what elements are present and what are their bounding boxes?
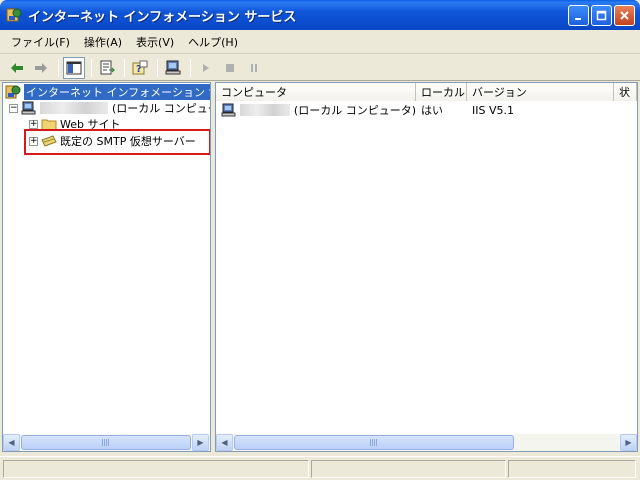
tree-root[interactable]: インターネット インフォメーション サービス (5, 84, 210, 100)
iis-root-icon (5, 85, 21, 99)
scroll-thumb[interactable] (21, 435, 191, 450)
menu-help[interactable]: ヘルプ(H) (181, 32, 245, 52)
iis-app-icon (6, 7, 22, 23)
close-button[interactable] (614, 5, 635, 26)
scroll-right-button[interactable]: ▶ (192, 434, 209, 451)
scroll-left-button[interactable]: ◀ (216, 434, 233, 451)
scroll-left-button[interactable]: ◀ (3, 434, 20, 451)
window-title: インターネット インフォメーション サービス (28, 9, 297, 25)
back-arrow-icon (11, 62, 23, 73)
connect-computer-button[interactable] (162, 57, 184, 79)
computer-icon (165, 60, 181, 74)
maximize-button[interactable] (591, 5, 612, 26)
scroll-right-button[interactable]: ▶ (620, 434, 637, 451)
show-hide-tree-button[interactable] (63, 56, 85, 79)
red-highlight-box (24, 129, 210, 155)
minimize-button[interactable] (568, 5, 589, 26)
scroll-thumb[interactable] (234, 435, 514, 450)
status-pane-3 (508, 460, 636, 478)
stop-button[interactable] (219, 57, 241, 79)
tree-horizontal-scrollbar[interactable]: ◀ ▶ (3, 434, 210, 451)
arrow-right-icon: ▶ (197, 438, 204, 447)
start-button[interactable] (195, 57, 217, 79)
cell-local: はい (421, 104, 443, 117)
forward-arrow-icon (35, 62, 47, 73)
menu-view[interactable]: 表示(V) (129, 32, 181, 52)
menu-action[interactable]: 操作(A) (77, 32, 129, 52)
play-icon (203, 63, 209, 72)
status-bar (0, 456, 640, 480)
status-pane-1 (3, 460, 309, 478)
stop-icon (226, 63, 234, 72)
title-bar[interactable]: インターネット インフォメーション サービス (0, 0, 640, 30)
export-list-button[interactable] (96, 57, 118, 79)
computer-icon (21, 101, 37, 115)
list-item[interactable]: (ローカル コンピュータ) はい IIS V5.1 (216, 102, 614, 118)
forward-button[interactable] (30, 57, 52, 79)
expand-toggle[interactable]: + (29, 119, 38, 129)
pause-icon (251, 63, 257, 72)
collapse-toggle[interactable]: − (9, 103, 18, 113)
help-icon: ? (132, 60, 148, 75)
close-icon (620, 11, 629, 20)
column-header-status[interactable]: 状 (614, 83, 637, 101)
list-horizontal-scrollbar[interactable]: ◀ ▶ (216, 434, 637, 451)
show-hide-tree-icon (66, 61, 82, 74)
computer-name-redacted (40, 102, 108, 114)
menu-file[interactable]: ファイル(F) (4, 32, 77, 52)
computer-name-redacted (240, 104, 290, 116)
minimize-icon (575, 18, 581, 20)
arrow-right-icon: ▶ (625, 438, 632, 447)
column-header-local[interactable]: ローカル (416, 83, 467, 101)
back-button[interactable] (6, 57, 28, 79)
export-list-icon (100, 60, 115, 74)
cell-computer: (ローカル コンピュータ) (216, 102, 416, 118)
arrow-left-icon: ◀ (8, 438, 15, 447)
row-computer-label: (ローカル コンピュータ) (293, 104, 416, 117)
help-button[interactable]: ? (129, 57, 151, 79)
tree-root-label: インターネット インフォメーション サービス (24, 84, 210, 100)
column-header-computer[interactable]: コンピュータ (216, 83, 416, 101)
cell-version: IIS V5.1 (472, 103, 514, 117)
pause-button[interactable] (243, 57, 265, 79)
computer-icon (221, 103, 237, 117)
list-pane[interactable]: コンピュータ ローカル バージョン 状 (ローカル コンピュータ) はい IIS… (215, 82, 638, 452)
tree-item-computer[interactable]: − (ローカル コンピュータ) (9, 100, 210, 116)
arrow-left-icon: ◀ (221, 438, 228, 447)
column-header-version[interactable]: バージョン (467, 83, 614, 101)
tree-computer-label: (ローカル コンピュータ) (112, 102, 210, 115)
list-header: コンピュータ ローカル バージョン 状 (216, 83, 637, 101)
status-pane-2 (311, 460, 506, 478)
menu-bar: ファイル(F) 操作(A) 表示(V) ヘルプ(H) (0, 30, 640, 54)
maximize-icon (596, 10, 607, 21)
toolbar: ? (0, 55, 640, 81)
tree-pane[interactable]: インターネット インフォメーション サービス − (ローカル コンピュータ) +… (2, 82, 211, 452)
